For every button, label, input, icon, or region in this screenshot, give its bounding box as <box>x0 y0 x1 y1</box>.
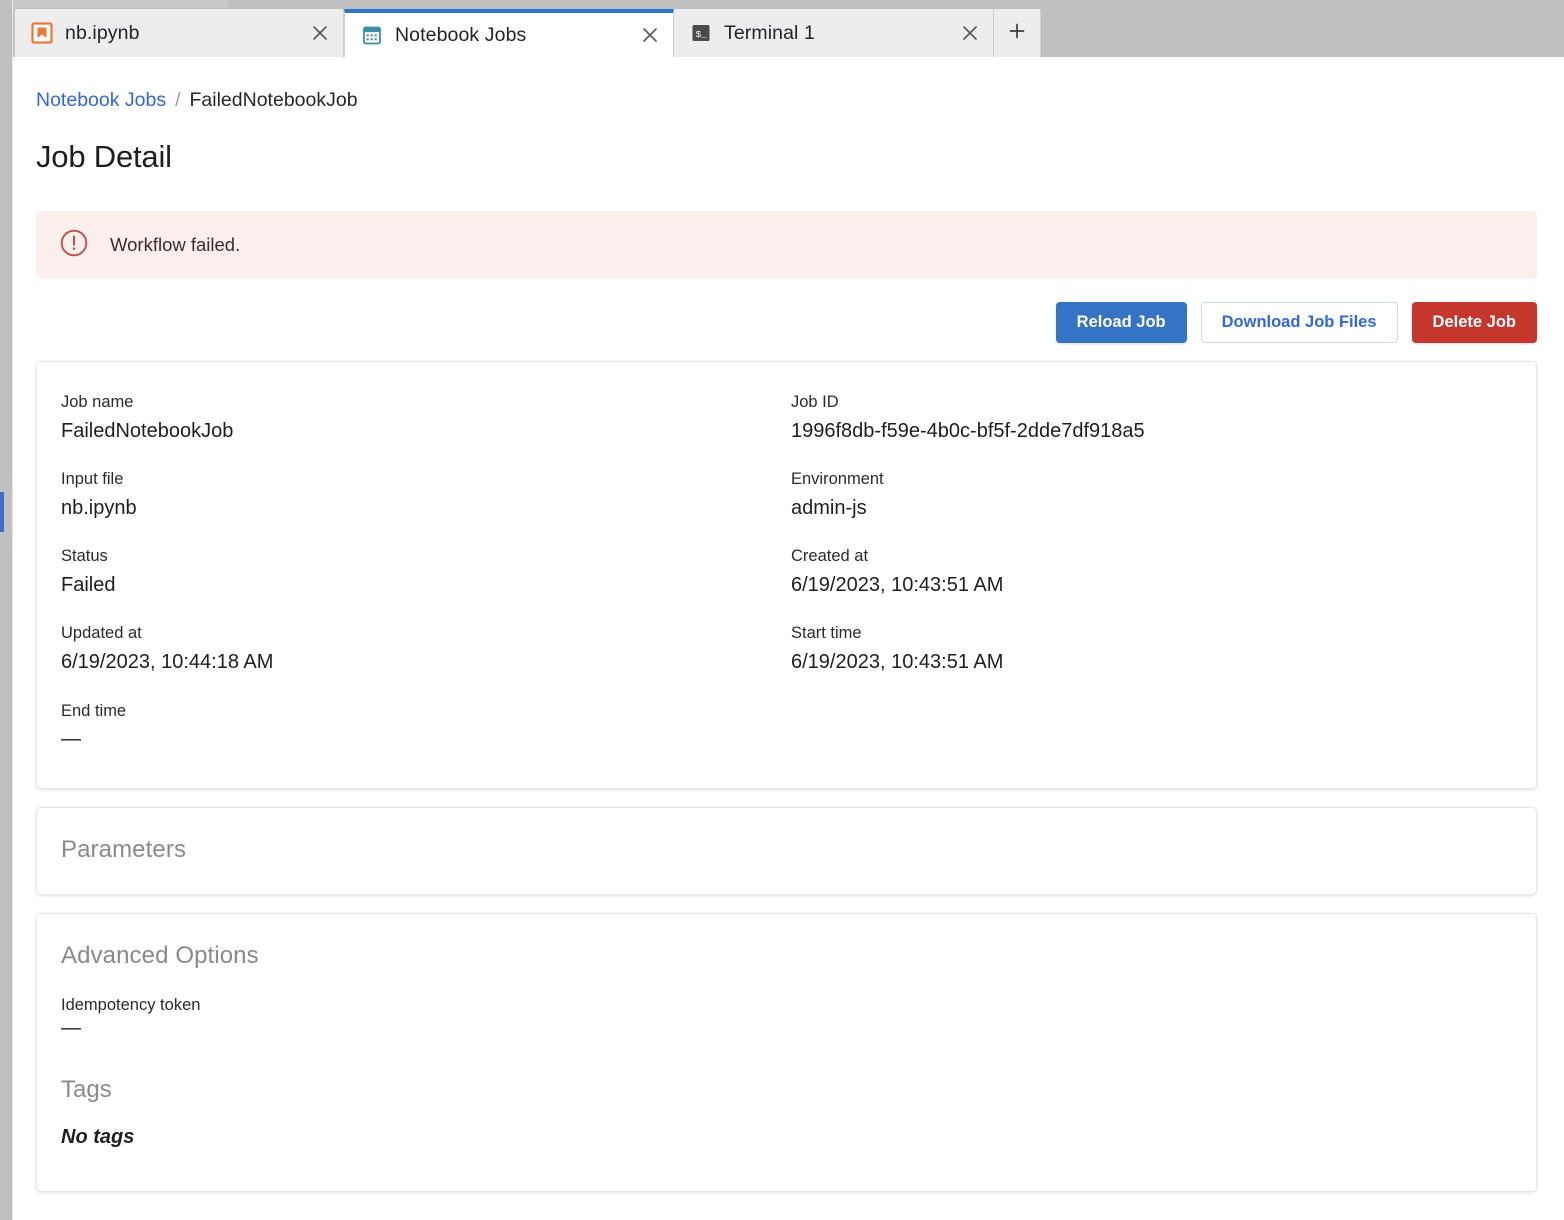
new-tab-button[interactable] <box>994 9 1041 57</box>
tab-label: nb.ipynb <box>65 22 140 45</box>
field-idempotency-token: Idempotency token — <box>61 996 1512 1040</box>
job-detail-grid: Job name FailedNotebookJob Input file nb… <box>61 390 1512 754</box>
field-value: — <box>61 725 791 753</box>
window-top-strip <box>0 0 1564 9</box>
field-value: nb.ipynb <box>61 494 791 522</box>
parameters-heading: Parameters <box>61 836 1512 864</box>
tab-notebook-jobs[interactable]: Notebook Jobs <box>344 9 674 57</box>
left-sidebar-divider <box>12 0 13 1220</box>
job-detail-left-column: Job name FailedNotebookJob Input file nb… <box>61 390 791 754</box>
field-created-at: Created at 6/19/2023, 10:43:51 AM <box>791 544 1512 599</box>
field-value: 6/19/2023, 10:44:18 AM <box>61 648 791 676</box>
breadcrumb-separator: / <box>175 89 180 112</box>
tab-label: Notebook Jobs <box>395 24 526 47</box>
field-value: admin-js <box>791 494 1512 522</box>
field-label: Created at <box>791 544 1512 569</box>
field-label: Idempotency token <box>61 996 1512 1015</box>
page-title: Job Detail <box>36 139 1548 175</box>
left-sidebar-active-marker <box>0 492 4 532</box>
tab-label: Terminal 1 <box>724 22 815 45</box>
calendar-icon <box>361 24 383 46</box>
field-value: 1996f8db-f59e-4b0c-bf5f-2dde7df918a5 <box>791 417 1512 445</box>
field-end-time: End time — <box>61 699 791 754</box>
field-value: — <box>61 1017 1512 1040</box>
field-start-time: Start time 6/19/2023, 10:43:51 AM <box>791 621 1512 676</box>
field-value: 6/19/2023, 10:43:51 AM <box>791 571 1512 599</box>
tab-terminal-1[interactable]: $_ Terminal 1 <box>674 9 994 57</box>
job-detail-right-column: Job ID 1996f8db-f59e-4b0c-bf5f-2dde7df91… <box>791 390 1512 754</box>
breadcrumb: Notebook Jobs / FailedNotebookJob <box>36 89 1548 112</box>
breadcrumb-current: FailedNotebookJob <box>190 89 358 112</box>
close-icon[interactable] <box>947 9 993 57</box>
tab-list: nb.ipynb <box>14 9 1041 57</box>
field-status: Status Failed <box>61 544 791 599</box>
field-label: Status <box>61 544 791 569</box>
tags-heading: Tags <box>61 1076 1512 1104</box>
breadcrumb-link-notebook-jobs[interactable]: Notebook Jobs <box>36 89 166 112</box>
field-updated-at: Updated at 6/19/2023, 10:44:18 AM <box>61 621 791 676</box>
left-sidebar-rail[interactable] <box>0 0 12 1220</box>
field-environment: Environment admin-js <box>791 467 1512 522</box>
advanced-options-card: Advanced Options Idempotency token — Tag… <box>36 913 1537 1192</box>
jupyterlab-window: nb.ipynb <box>0 0 1564 1220</box>
delete-job-button[interactable]: Delete Job <box>1412 302 1537 343</box>
close-icon[interactable] <box>627 11 673 59</box>
tab-nb-ipynb[interactable]: nb.ipynb <box>14 9 344 57</box>
job-actions-toolbar: Reload Job Download Job Files Delete Job <box>36 302 1537 343</box>
field-label: Input file <box>61 467 791 492</box>
field-value: 6/19/2023, 10:43:51 AM <box>791 648 1512 676</box>
advanced-options-heading: Advanced Options <box>61 942 1512 970</box>
job-detail-panel: Notebook Jobs / FailedNotebookJob Job De… <box>13 57 1564 1220</box>
plus-icon <box>1007 21 1027 46</box>
field-job-id: Job ID 1996f8db-f59e-4b0c-bf5f-2dde7df91… <box>791 390 1512 445</box>
parameters-card: Parameters <box>36 807 1537 895</box>
field-value: FailedNotebookJob <box>61 417 791 445</box>
svg-text:$_: $_ <box>696 29 708 40</box>
window-top-strip-highlight <box>0 0 228 8</box>
no-tags-text: No tags <box>61 1126 1512 1149</box>
status-badge: Failed <box>61 571 791 599</box>
field-label: Job name <box>61 390 791 415</box>
close-icon[interactable] <box>297 9 343 57</box>
field-label: Environment <box>791 467 1512 492</box>
field-label: End time <box>61 699 791 724</box>
field-input-file: Input file nb.ipynb <box>61 467 791 522</box>
workflow-failed-alert: Workflow failed. <box>36 211 1537 279</box>
job-detail-card: Job name FailedNotebookJob Input file nb… <box>36 361 1537 789</box>
reload-job-button[interactable]: Reload Job <box>1056 302 1187 343</box>
download-job-files-button[interactable]: Download Job Files <box>1201 302 1398 343</box>
field-label: Job ID <box>791 390 1512 415</box>
tab-bar: nb.ipynb <box>0 9 1564 57</box>
terminal-icon: $_ <box>690 22 712 44</box>
field-label: Updated at <box>61 621 791 646</box>
error-circle-icon <box>59 228 89 263</box>
field-label: Start time <box>791 621 1512 646</box>
field-job-name: Job name FailedNotebookJob <box>61 390 791 445</box>
alert-message: Workflow failed. <box>110 234 240 256</box>
notebook-icon <box>31 22 53 44</box>
